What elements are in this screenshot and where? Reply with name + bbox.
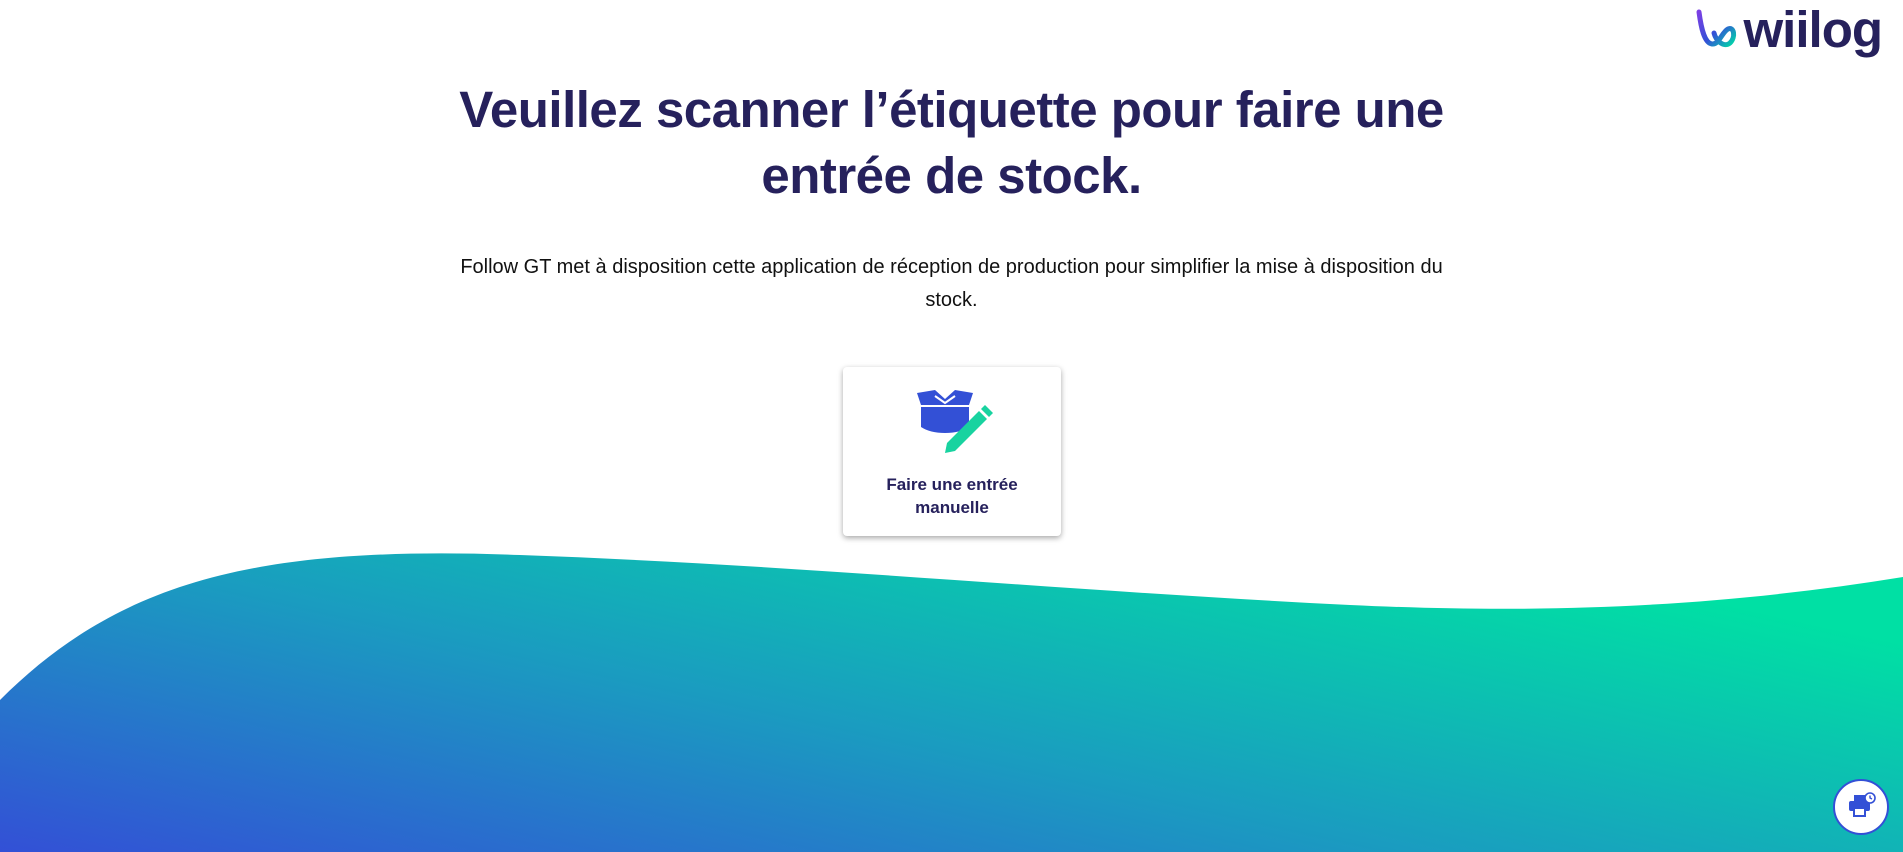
box-pencil-icon	[913, 387, 993, 457]
manual-entry-button[interactable]: Faire une entrée manuelle	[843, 367, 1061, 536]
manual-entry-label: Faire une entrée manuelle	[886, 475, 1018, 517]
printer-button[interactable]	[1833, 779, 1889, 835]
page-title: Veuillez scanner l’étiquette pour faire …	[459, 81, 1444, 204]
page-description: Follow GT met à disposition cette applic…	[460, 256, 1443, 311]
printer-clock-icon	[1846, 791, 1876, 823]
main-content: Veuillez scanner l’étiquette pour faire …	[0, 0, 1903, 317]
